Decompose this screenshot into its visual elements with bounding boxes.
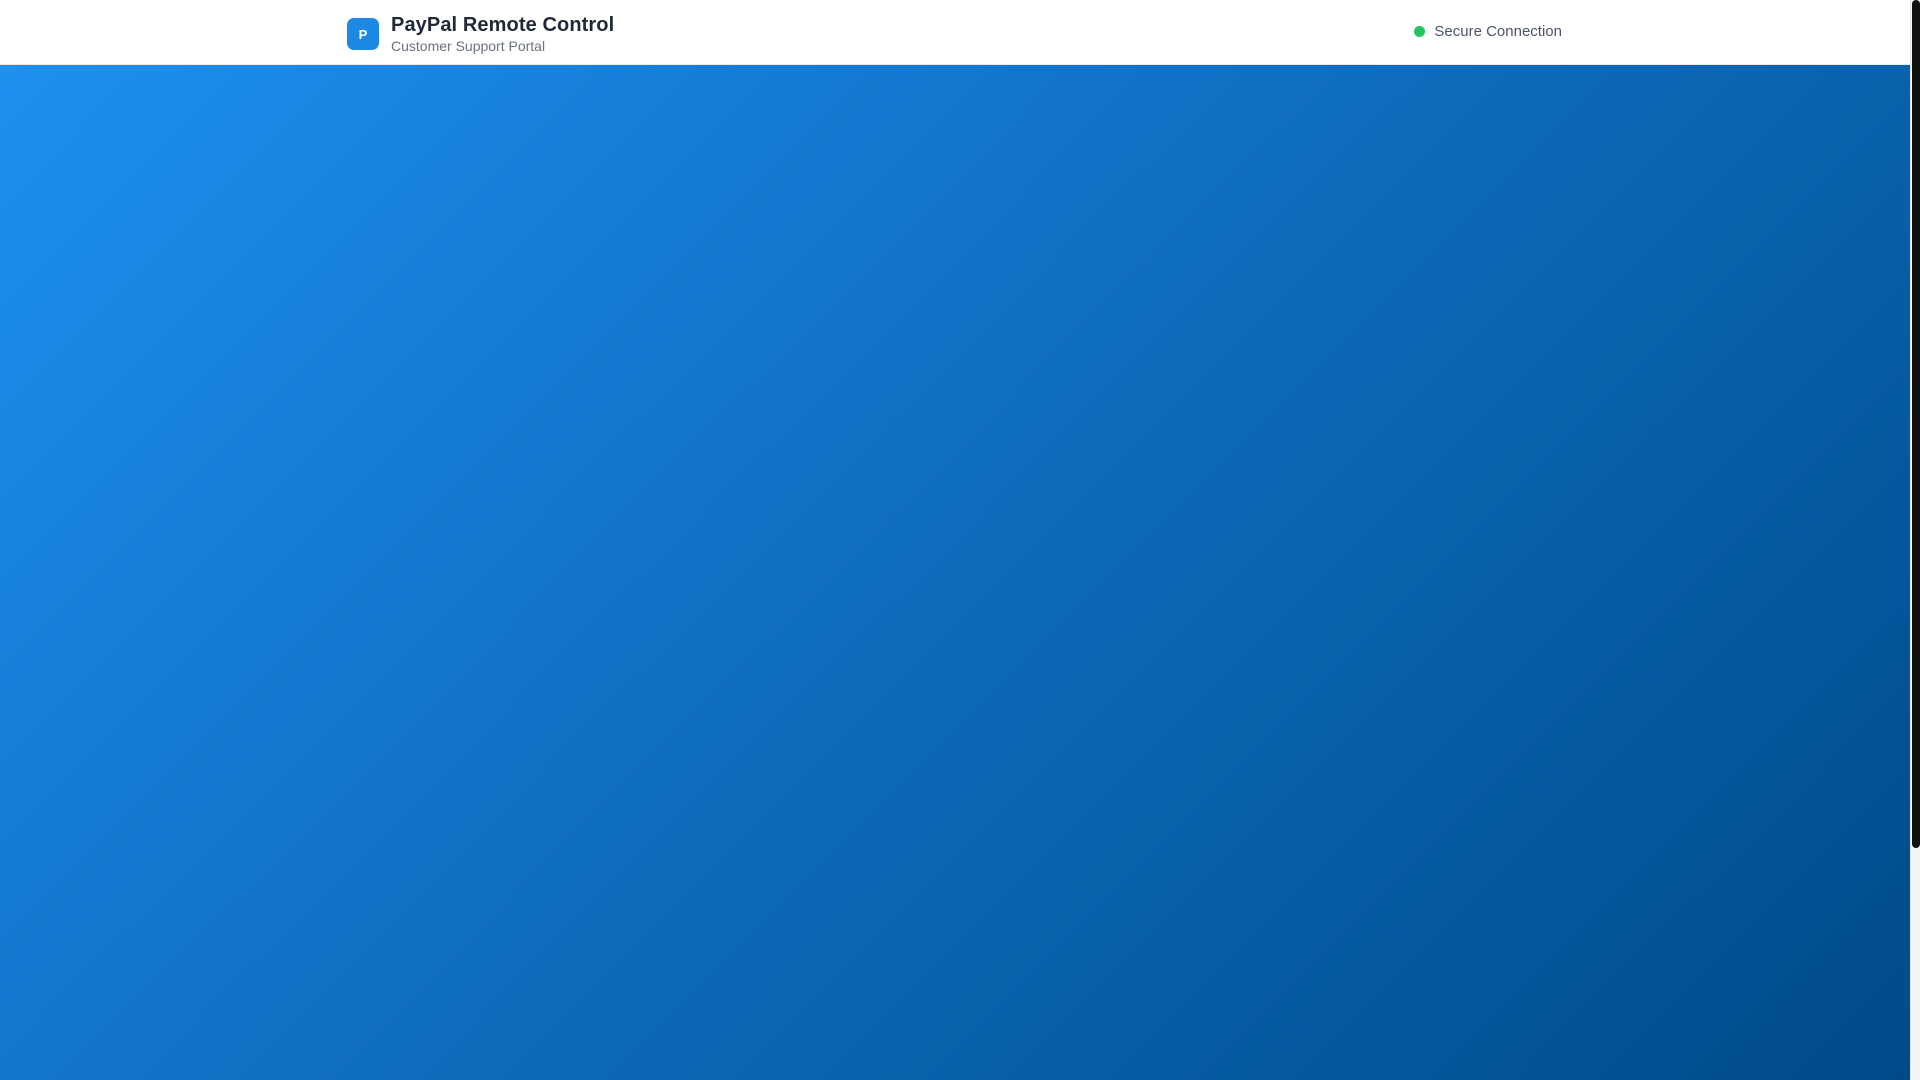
status-label: Secure Connection <box>1434 23 1562 40</box>
page-viewport: P PayPal Remote Control Customer Support… <box>0 0 1910 1080</box>
hero-background <box>0 65 1910 1080</box>
brand-text: PayPal Remote Control Customer Support P… <box>391 14 614 54</box>
status-dot-icon <box>1414 26 1426 37</box>
top-header: P PayPal Remote Control Customer Support… <box>0 0 1910 65</box>
brand: P PayPal Remote Control Customer Support… <box>347 14 614 54</box>
app-subtitle: Customer Support Portal <box>391 38 546 54</box>
connection-status: Secure Connection <box>1414 23 1562 40</box>
paypal-logo-icon: P <box>347 18 379 51</box>
page-scrollbar[interactable] <box>1910 0 1920 1080</box>
scrollbar-thumb[interactable] <box>1912 0 1920 848</box>
app-title: PayPal Remote Control <box>391 14 615 36</box>
